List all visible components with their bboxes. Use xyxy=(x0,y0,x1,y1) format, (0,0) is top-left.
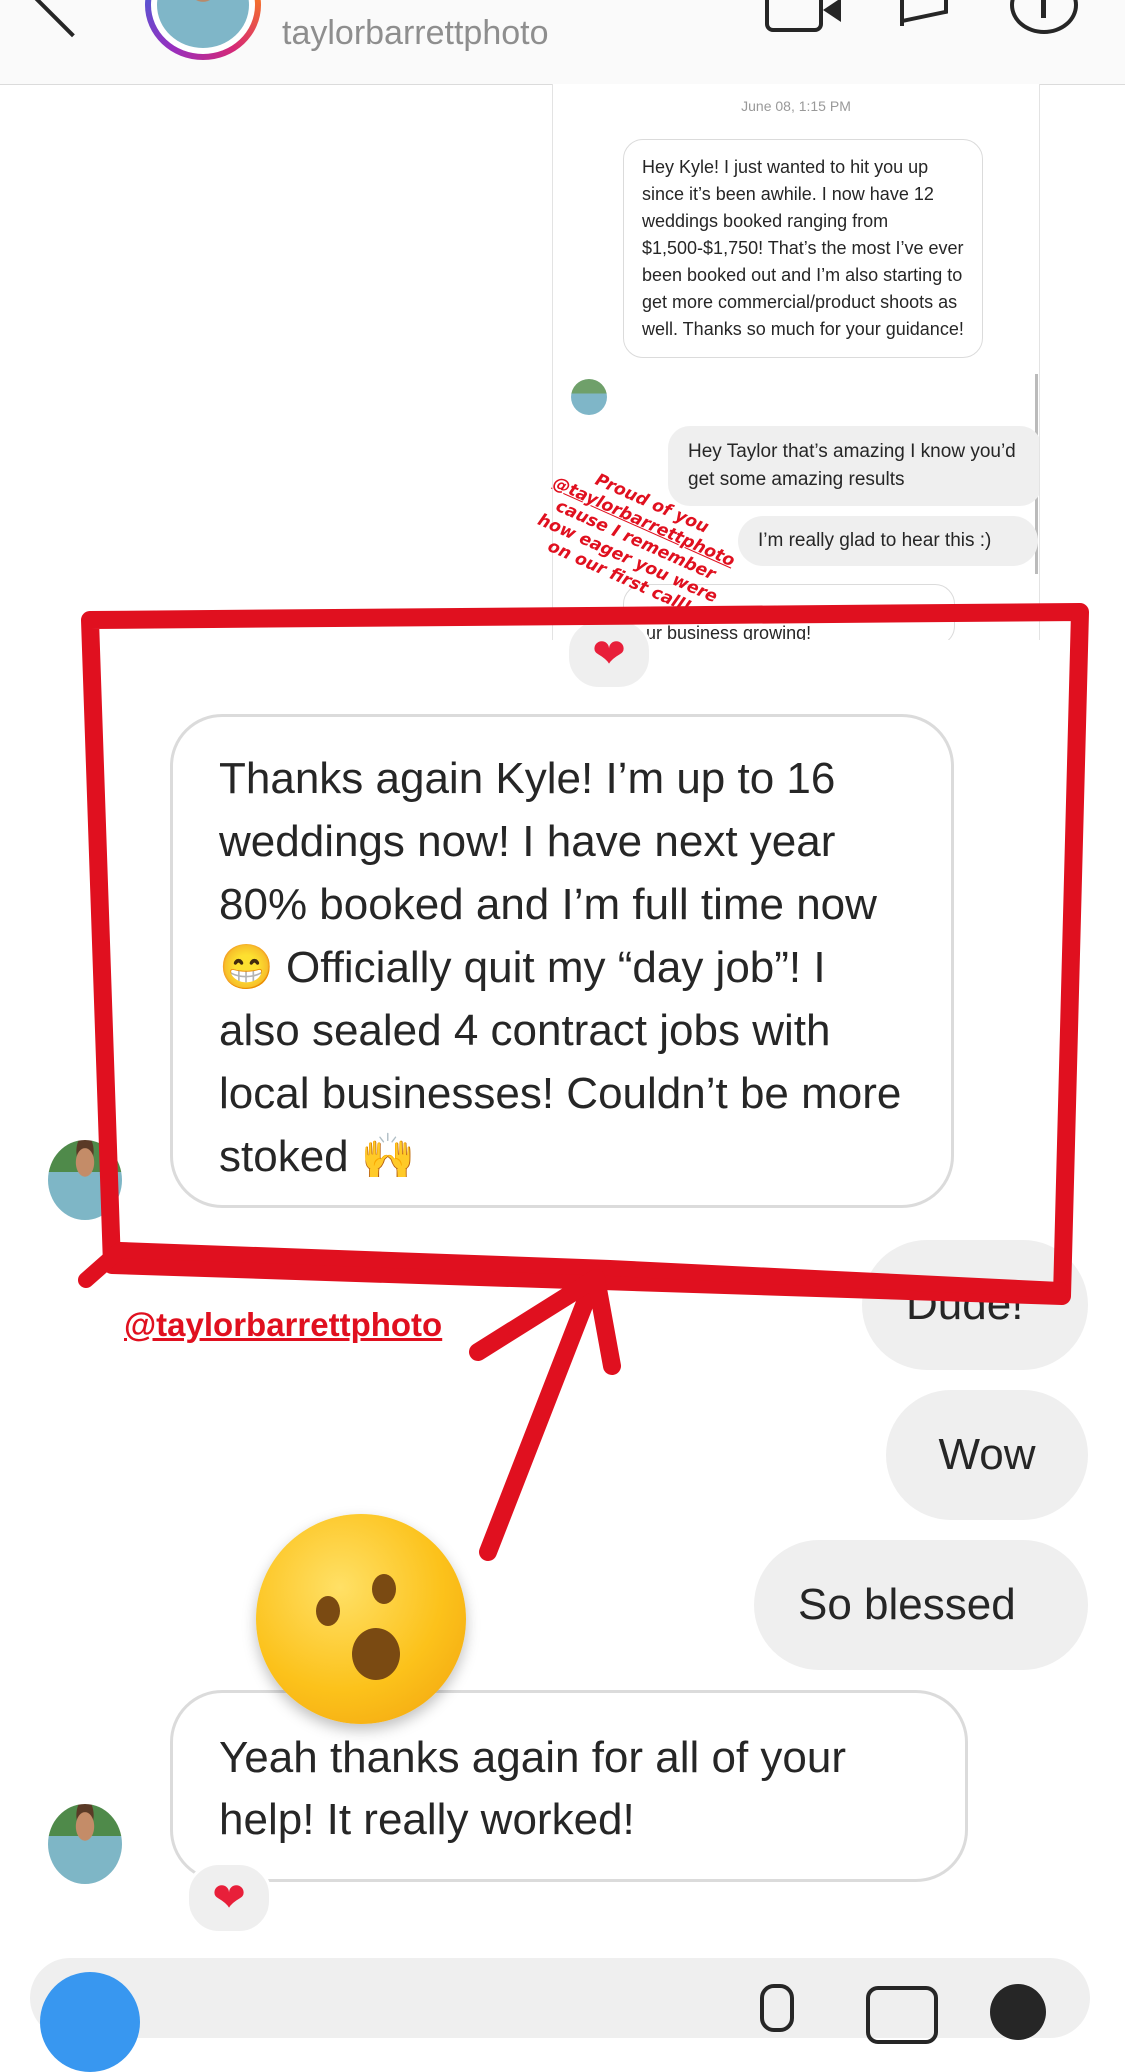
outgoing-message-bubble[interactable]: So blessed xyxy=(754,1540,1088,1670)
emoji-eye xyxy=(316,1596,340,1626)
outgoing-message-text: Dude! xyxy=(906,1280,1024,1329)
microphone-icon[interactable] xyxy=(760,1984,794,2032)
heart-icon: ❤ xyxy=(592,631,626,677)
incoming-message-text: Thanks again Kyle! I’m up to 16 weddings… xyxy=(219,754,902,1181)
sticker-icon[interactable] xyxy=(990,1984,1046,2040)
chat-header: taylorbarrettphoto xyxy=(0,0,1125,85)
outgoing-message-bubble[interactable]: Dude! xyxy=(862,1240,1088,1370)
incoming-message-bubble[interactable]: Yeah thanks again for all of your help! … xyxy=(170,1690,968,1882)
heart-reaction[interactable]: ❤ xyxy=(186,1862,272,1934)
embedded-avatar xyxy=(571,379,607,415)
emoji-eye xyxy=(372,1574,396,1604)
heart-icon: ❤ xyxy=(212,1875,246,1921)
gallery-icon[interactable] xyxy=(866,1986,938,2044)
camera-icon[interactable] xyxy=(40,1972,140,2072)
red-arrow-head xyxy=(469,1269,621,1375)
incoming-message-text: Yeah thanks again for all of your help! … xyxy=(219,1733,847,1844)
annotation-tag-text: @taylorbarrettphoto xyxy=(124,1306,443,1343)
sender-avatar[interactable] xyxy=(48,1140,122,1220)
back-chevron-icon[interactable] xyxy=(26,0,118,38)
annotation-tag: @taylorbarrettphoto xyxy=(124,1306,442,1344)
embedded-reply-1: Hey Taylor that’s amazing I know you’d g… xyxy=(668,426,1039,506)
red-arrow-shaft xyxy=(479,1281,599,1561)
heart-reaction[interactable]: ❤ xyxy=(566,618,652,690)
header-username[interactable]: taylorbarrettphoto xyxy=(282,14,549,53)
embedded-reply-3-text: ur business growing! xyxy=(646,623,812,640)
outgoing-message-text: So blessed xyxy=(798,1580,1016,1629)
info-icon[interactable] xyxy=(1010,0,1078,34)
embedded-incoming-message: Hey Kyle! I just wanted to hit you up si… xyxy=(623,139,983,358)
outgoing-message-text: Wow xyxy=(938,1430,1036,1479)
emoji-mouth xyxy=(352,1628,400,1680)
outgoing-message-bubble[interactable]: Wow xyxy=(886,1390,1088,1520)
flag-icon[interactable] xyxy=(900,0,904,26)
sender-avatar[interactable] xyxy=(48,1804,122,1884)
video-call-icon[interactable] xyxy=(765,0,841,32)
astonished-face-emoji xyxy=(256,1514,466,1724)
incoming-message-bubble[interactable]: Thanks again Kyle! I’m up to 16 weddings… xyxy=(170,714,954,1208)
embedded-reply-2: I’m really glad to hear this :) xyxy=(738,516,1038,566)
embedded-timestamp: June 08, 1:15 PM xyxy=(741,98,851,114)
